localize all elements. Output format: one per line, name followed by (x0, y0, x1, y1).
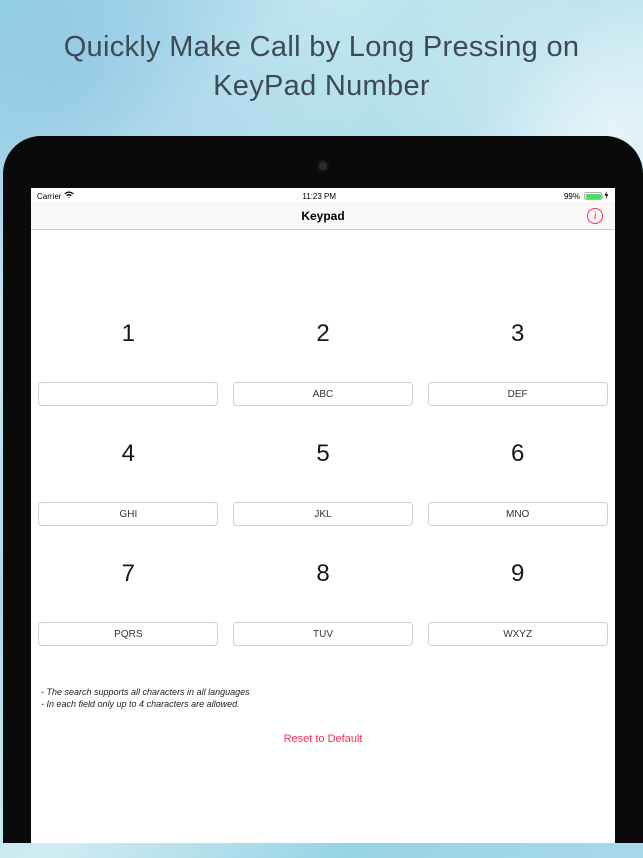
key-digit: 9 (511, 560, 524, 588)
key-letters-input[interactable] (428, 502, 608, 526)
status-bar: Carrier 11:23 PM 99% (31, 188, 615, 202)
nav-bar: Keypad i (31, 202, 615, 230)
page-title: Keypad (301, 209, 344, 223)
battery-icon (584, 192, 602, 200)
key-letters-input[interactable] (38, 622, 218, 646)
ipad-frame: Carrier 11:23 PM 99% Keypad i 1 (3, 136, 643, 843)
keypad-area: 1 2 3 4 5 (31, 230, 615, 744)
battery-percent: 99% (564, 192, 580, 201)
key-digit: 5 (316, 440, 329, 468)
key-4[interactable]: 4 (31, 440, 226, 560)
key-letters-input[interactable] (233, 502, 413, 526)
footnote-line: - The search supports all characters in … (41, 686, 605, 698)
key-2[interactable]: 2 (226, 320, 421, 440)
reset-to-default-button[interactable]: Reset to Default (31, 733, 615, 745)
key-digit: 1 (122, 320, 135, 348)
wifi-icon (64, 191, 74, 201)
key-letters-input[interactable] (428, 622, 608, 646)
device-screen: Carrier 11:23 PM 99% Keypad i 1 (31, 188, 615, 843)
key-digit: 7 (122, 560, 135, 588)
status-right: 99% (564, 191, 609, 201)
status-time: 11:23 PM (302, 192, 336, 201)
key-9[interactable]: 9 (420, 560, 615, 680)
charging-icon (604, 191, 609, 201)
footnote-line: - In each field only up to 4 characters … (41, 698, 605, 710)
device-camera (319, 162, 327, 170)
key-digit: 3 (511, 320, 524, 348)
key-8[interactable]: 8 (226, 560, 421, 680)
key-1[interactable]: 1 (31, 320, 226, 440)
key-digit: 6 (511, 440, 524, 468)
key-7[interactable]: 7 (31, 560, 226, 680)
status-left: Carrier (37, 191, 74, 201)
key-letters-input[interactable] (233, 382, 413, 406)
carrier-label: Carrier (37, 192, 61, 201)
key-letters-input[interactable] (38, 502, 218, 526)
key-3[interactable]: 3 (420, 320, 615, 440)
key-5[interactable]: 5 (226, 440, 421, 560)
key-letters-input[interactable] (428, 382, 608, 406)
keypad-grid: 1 2 3 4 5 (31, 320, 615, 680)
key-6[interactable]: 6 (420, 440, 615, 560)
key-digit: 8 (316, 560, 329, 588)
info-icon-button[interactable]: i (587, 208, 603, 224)
key-digit: 4 (122, 440, 135, 468)
footnotes: - The search supports all characters in … (31, 680, 615, 710)
key-letters-input[interactable] (38, 382, 218, 406)
promo-headline: Quickly Make Call by Long Pressing on Ke… (0, 0, 643, 136)
key-digit: 2 (316, 320, 329, 348)
key-letters-input[interactable] (233, 622, 413, 646)
